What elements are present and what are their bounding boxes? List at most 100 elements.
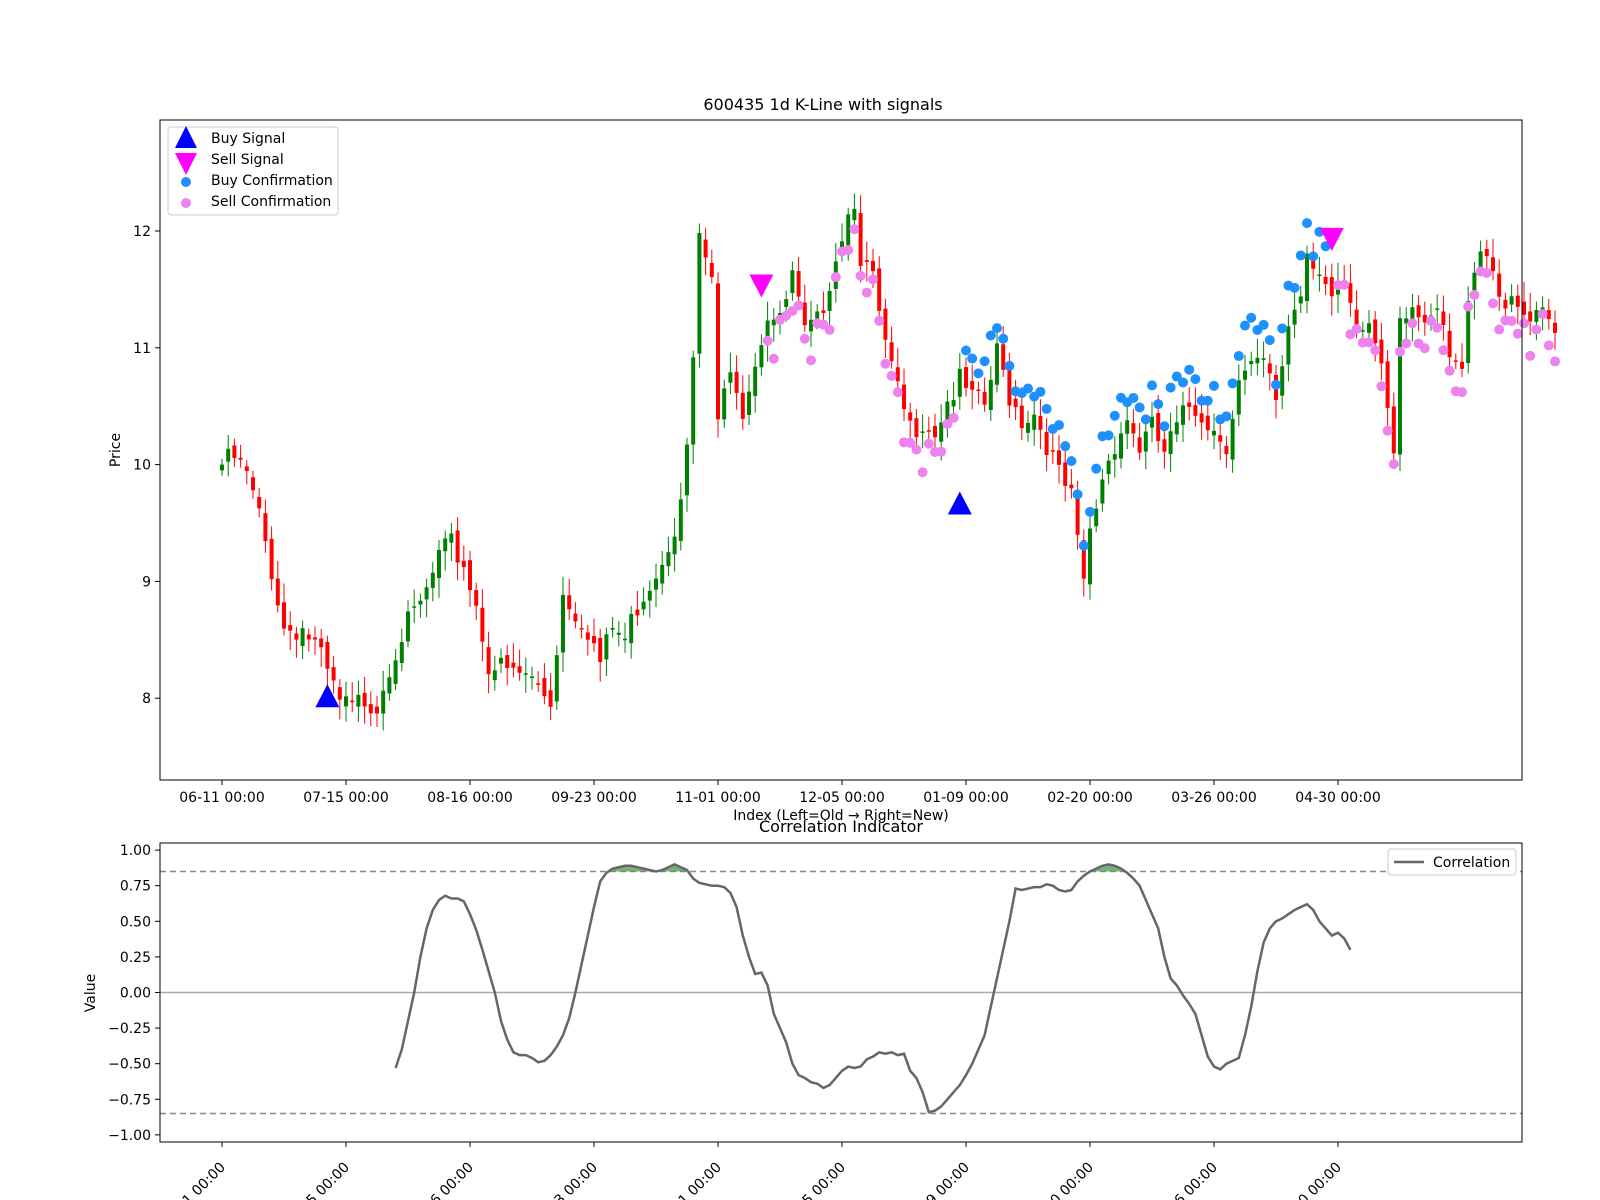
candle-body — [282, 602, 286, 629]
candle-body — [1286, 326, 1291, 365]
kline-y-tick-label: 10 — [133, 458, 151, 474]
candle-body — [610, 627, 615, 630]
confirmation-point — [1271, 379, 1281, 390]
candle-body — [740, 392, 745, 419]
candle-body — [1106, 460, 1111, 475]
confirmation-point — [1339, 279, 1350, 290]
candle-body — [523, 673, 528, 675]
candle-body — [864, 260, 869, 262]
candle-body — [1069, 484, 1074, 489]
candle-body — [796, 271, 801, 297]
confirmation-point — [1419, 343, 1430, 354]
candle-body — [1416, 305, 1421, 318]
candle-body — [337, 687, 342, 700]
candle-body — [381, 690, 386, 714]
candle-body — [1484, 248, 1489, 257]
candle-body — [437, 549, 441, 579]
confirmation-point — [1035, 386, 1046, 397]
confirmation-point — [936, 446, 947, 457]
buy-confirmation-legend-icon — [181, 177, 191, 187]
confirmation-point — [1382, 425, 1393, 436]
correlation-y-tick-label: −0.75 — [108, 1092, 151, 1108]
candle-body — [592, 635, 596, 644]
kline-y-tick-label: 11 — [133, 341, 151, 357]
kline-y-tick-label: 12 — [133, 224, 151, 240]
confirmation-point — [1370, 345, 1381, 356]
confirmation-point — [849, 224, 860, 235]
candle-body — [492, 670, 497, 681]
confirmation-point — [868, 274, 878, 285]
candle-body — [914, 418, 919, 438]
candle-body — [709, 262, 714, 278]
correlation-y-tick-label: 1.00 — [120, 843, 151, 859]
candle-body — [753, 366, 758, 396]
candle-body — [511, 662, 516, 668]
confirmation-point — [1494, 324, 1505, 335]
candle-body — [889, 342, 894, 362]
confirmation-point — [1376, 381, 1387, 392]
candle-body — [790, 270, 795, 294]
candle-body — [759, 345, 764, 368]
candle-body — [908, 412, 913, 421]
candle-body — [1181, 405, 1185, 425]
correlation-y-tick-label: 0.00 — [120, 986, 151, 1002]
candle-body — [821, 310, 826, 314]
candle-body — [530, 676, 534, 678]
confirmation-point — [1295, 250, 1306, 261]
candle-body — [1243, 370, 1247, 380]
correlation-title: Correlation Indicator — [759, 817, 923, 836]
candle-body — [728, 372, 733, 383]
candle-body — [275, 578, 280, 606]
candle-body — [542, 677, 547, 697]
confirmation-point — [1103, 430, 1114, 441]
candle-body — [412, 606, 417, 608]
candle-body — [1218, 435, 1223, 442]
candle-body — [424, 587, 429, 600]
confirmation-point — [1351, 324, 1362, 335]
candle-body — [1236, 380, 1241, 415]
confirmation-point — [1469, 289, 1480, 300]
figure: 600435 1d K-Line with signals 8 9 10 11 12 0… — [0, 0, 1600, 1200]
confirmation-point — [923, 438, 934, 449]
candle-body — [505, 655, 510, 668]
confirmation-point — [830, 272, 841, 283]
candle-body — [883, 308, 888, 340]
candle-body — [1044, 431, 1049, 455]
candle-body — [257, 496, 262, 509]
confirmation-point — [1463, 301, 1474, 312]
candle-body — [1367, 323, 1371, 333]
candle-body — [251, 477, 255, 491]
kline-x-tick-label: 12-05 00:00 — [799, 790, 884, 806]
confirmation-point — [1190, 374, 1201, 385]
candle-body — [660, 564, 665, 584]
legend-sell-confirmation: Sell Confirmation — [211, 194, 331, 210]
candle-body — [1360, 330, 1365, 332]
kline-y-tick-label: 9 — [142, 574, 151, 590]
candle-body — [430, 572, 435, 588]
confirmation-point — [1184, 364, 1195, 375]
candle-body — [220, 464, 224, 471]
candle-body — [288, 625, 293, 631]
confirmation-point — [793, 300, 804, 311]
confirmation-point — [1147, 380, 1157, 391]
candle-body — [573, 613, 578, 622]
confirmation-point — [998, 333, 1009, 344]
candle-body — [1280, 366, 1285, 396]
candle-body — [579, 628, 584, 630]
candle-body — [988, 379, 993, 411]
confirmation-point — [967, 353, 978, 364]
candle-body — [1230, 418, 1235, 460]
candle-body — [604, 634, 609, 660]
correlation-y-label: Value — [83, 974, 99, 1012]
confirmation-point — [1240, 320, 1250, 331]
candle-body — [1447, 330, 1452, 358]
candle-body — [1478, 251, 1483, 269]
kline-x-tick-label: 11-01 00:00 — [675, 790, 760, 806]
candle-body — [1553, 322, 1557, 333]
candle-body — [1249, 360, 1254, 365]
candle-body — [1131, 423, 1136, 434]
confirmation-point — [1159, 421, 1170, 432]
candle-body — [375, 706, 379, 714]
candle-body — [238, 457, 243, 460]
confirmation-point — [992, 323, 1002, 334]
